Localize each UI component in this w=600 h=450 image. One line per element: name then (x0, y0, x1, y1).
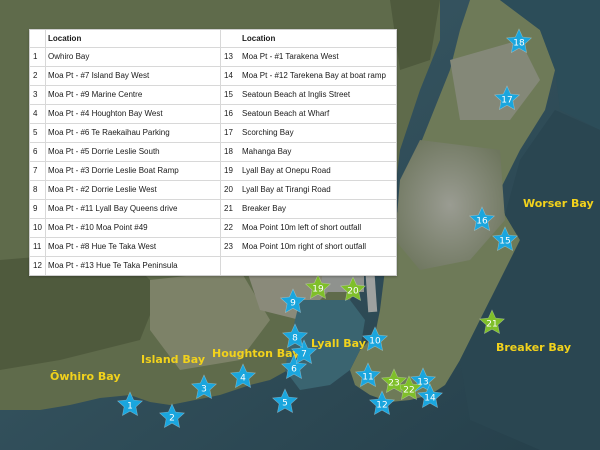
site-marker-number: 12 (376, 401, 387, 411)
legend-header-num (220, 30, 240, 48)
legend-item-label: Moa Pt - #13 Hue Te Taka Peninsula (48, 261, 178, 270)
legend-item-number: 22 (220, 218, 240, 238)
legend-row: 8 Moa Pt - #2 Dorrie Leslie West 20 Lyall B… (30, 180, 396, 200)
legend-header-location: Location (240, 30, 396, 48)
legend-item-number: 21 (220, 199, 240, 219)
legend-item-number: 8 (30, 180, 46, 200)
legend-item-label: Moa Pt - #1 Tarakena West (240, 47, 396, 67)
legend-item-number: 13 (220, 47, 240, 67)
legend-item-number: 9 (30, 199, 46, 219)
legend-item-number: 19 (220, 161, 240, 181)
legend-header-num (30, 30, 46, 48)
legend-item-number: 5 (30, 123, 46, 143)
legend-item-label: Seatoun Beach at Inglis Street (240, 85, 396, 105)
legend-row: 4 Moa Pt - #4 Houghton Bay West 16 Seatoun … (30, 104, 396, 124)
legend-item-label: Moa Pt - #7 Island Bay West (45, 66, 221, 86)
site-marker-number: 14 (424, 394, 436, 404)
legend-item-label: Moa Pt - #6 Te Raekaihau Parking (45, 123, 221, 143)
legend-row: 5 Moa Pt - #6 Te Raekaihau Parking 17 Scorc… (30, 123, 396, 143)
legend-row: 6 Moa Pt - #5 Dorrie Leslie South 18 Mahang… (30, 142, 396, 162)
legend-item-label: Moa Pt - #12 Tarekena Bay at boat ramp (240, 66, 396, 86)
legend-item-label: Moa Point 10m left of short outfall (240, 218, 396, 238)
legend-row: 3 Moa Pt - #9 Marine Centre 15 Seatoun Beac… (30, 85, 396, 105)
site-marker-number: 10 (369, 337, 381, 347)
site-marker-number: 16 (476, 217, 488, 227)
site-marker-number: 19 (312, 285, 324, 295)
site-marker-number: 6 (291, 365, 297, 375)
legend-item-number: 17 (220, 123, 240, 143)
site-marker-number: 8 (292, 334, 298, 344)
legend-row: 2 Moa Pt - #7 Island Bay West 14 Moa Pt - #… (30, 66, 396, 86)
site-marker-number: 18 (513, 39, 525, 49)
legend-item-label: Moa Pt - #2 Dorrie Leslie West (45, 180, 221, 200)
legend-item-label: Owhiro Bay (45, 47, 221, 67)
legend-item-label: Moa Pt - #8 Hue Te Taka West (45, 237, 221, 257)
site-marker-number: 2 (169, 414, 175, 424)
site-marker-number: 3 (201, 385, 207, 395)
legend-item-number: 12 (30, 256, 46, 275)
legend-item-label: Moa Pt - #4 Houghton Bay West (45, 104, 221, 124)
legend-item-number: 11 (30, 237, 46, 257)
legend-item-label: Seatoun Beach at Wharf (240, 104, 396, 124)
legend-item-number: 4 (30, 104, 46, 124)
legend-item-label: Moa Pt - #11 Lyall Bay Queens drive (45, 199, 221, 219)
place-label-lyall-bay: Lyall Bay (311, 337, 366, 350)
legend-header-row: Location Location (30, 30, 396, 48)
legend-item-number: 23 (220, 237, 240, 257)
legend-item-label: Moa Pt - #5 Dorrie Leslie South (45, 142, 221, 162)
site-marker-number: 5 (282, 399, 288, 409)
legend-item-number: 15 (220, 85, 240, 105)
legend-row: 7 Moa Pt - #3 Dorrie Leslie Boat Ramp 19 Ly… (30, 161, 396, 181)
legend-item-label: Moa Pt - #10 Moa Point #49 (45, 218, 221, 238)
legend-item-label: Moa Pt - #3 Dorrie Leslie Boat Ramp (45, 161, 221, 181)
place-label-owhiro-bay: Ōwhiro Bay (50, 370, 121, 383)
site-marker-number: 4 (240, 374, 246, 384)
legend-row: 1 Owhiro Bay 13 Moa Pt - #1 Tarakena West (30, 47, 396, 67)
legend-header-location: Location (45, 30, 221, 48)
legend-table: Location Location 1 Owhiro Bay 13 Moa Pt - … (30, 30, 396, 275)
site-marker-number: 11 (362, 373, 373, 383)
location-legend: Location Location 1 Owhiro Bay 13 Moa Pt - … (29, 29, 397, 276)
legend-item-label: Lyall Bay at Tirangi Road (240, 180, 396, 200)
legend-item-label: Moa Point 10m right of short outfall (240, 237, 396, 257)
legend-item-number: 6 (30, 142, 46, 162)
place-label-island-bay: Island Bay (141, 353, 205, 366)
legend-item-label: Lyall Bay at Onepu Road (240, 161, 396, 181)
legend-row: 9 Moa Pt - #11 Lyall Bay Queens drive 21 Br… (30, 199, 396, 219)
legend-item-number: 1 (30, 47, 46, 67)
legend-empty-cell (240, 257, 396, 276)
legend-item-number: 16 (220, 104, 240, 124)
legend-item-number: 20 (220, 180, 240, 200)
legend-row: 12 Moa Pt - #13 Hue Te Taka Peninsula (30, 256, 396, 276)
legend-empty-cell (220, 256, 240, 275)
site-marker-number: 1 (127, 402, 133, 412)
place-label-breaker-bay: Breaker Bay (496, 341, 571, 354)
site-marker-number: 20 (347, 287, 359, 297)
site-marker-number: 21 (486, 320, 497, 330)
site-marker-number: 22 (403, 386, 414, 396)
place-label-worser-bay: Worser Bay (523, 197, 594, 210)
legend-item-number: 10 (30, 218, 46, 238)
site-marker-number: 17 (501, 96, 512, 106)
legend-item-label: Mahanga Bay (240, 142, 396, 162)
legend-item-label: Breaker Bay (240, 199, 396, 219)
legend-item-number: 7 (30, 161, 46, 181)
legend-row: 11 Moa Pt - #8 Hue Te Taka West 23 Moa Poin… (30, 237, 396, 257)
site-marker-number: 9 (290, 299, 296, 309)
place-label-houghton-bay: Houghton Bay (212, 347, 299, 360)
legend-item-number: 3 (30, 85, 46, 105)
legend-item-label: Moa Pt - #9 Marine Centre (45, 85, 221, 105)
legend-item-label: Scorching Bay (240, 123, 396, 143)
legend-item-number: 14 (220, 66, 240, 86)
legend-item-number: 2 (30, 66, 46, 86)
legend-row: 10 Moa Pt - #10 Moa Point #49 22 Moa Point … (30, 218, 396, 238)
site-marker-number: 23 (388, 379, 399, 389)
site-marker-number: 7 (301, 350, 307, 360)
legend-item-number: 18 (220, 142, 240, 162)
site-marker-number: 15 (499, 237, 510, 247)
